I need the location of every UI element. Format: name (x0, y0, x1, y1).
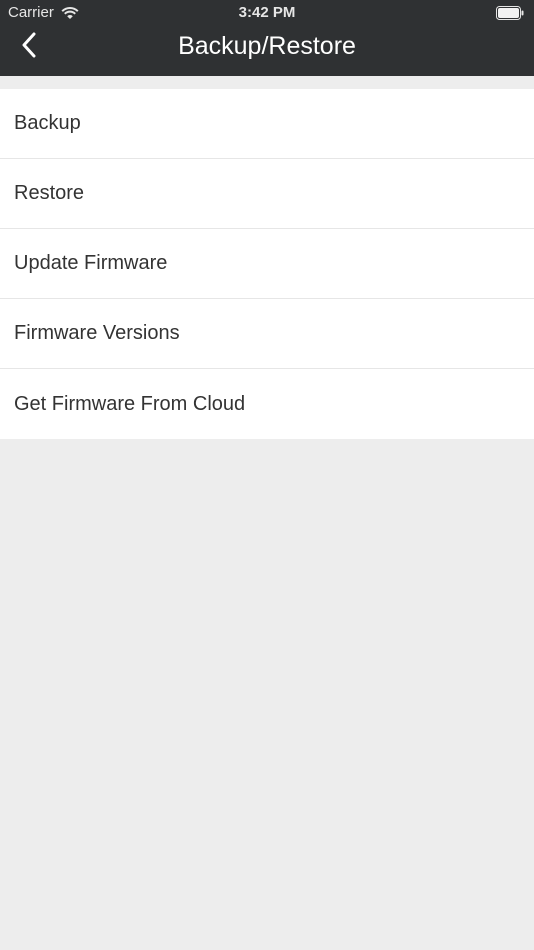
menu-item-label: Update Firmware (14, 252, 168, 274)
menu-item-label: Restore (14, 182, 85, 204)
menu-list: Backup Restore Update Firmware Firmware … (0, 89, 534, 439)
app-header: Carrier 3:42 PM Backup/Restore (0, 0, 534, 76)
menu-item-label: Get Firmware From Cloud (14, 392, 246, 415)
menu-item-get-firmware-from-cloud[interactable]: Get Firmware From Cloud (0, 369, 534, 439)
battery-icon (496, 6, 524, 20)
menu-item-firmware-versions[interactable]: Firmware Versions (0, 299, 534, 369)
empty-content-area (0, 444, 534, 950)
navigation-bar: Backup/Restore (0, 24, 534, 68)
menu-item-label: Firmware Versions (14, 322, 180, 344)
menu-item-backup[interactable]: Backup (0, 89, 534, 159)
menu-item-update-firmware[interactable]: Update Firmware (0, 229, 534, 299)
menu-item-label: Backup (14, 112, 81, 134)
status-time: 3:42 PM (238, 4, 296, 21)
menu-item-restore[interactable]: Restore (0, 159, 534, 229)
page-title: Backup/Restore (178, 32, 356, 60)
